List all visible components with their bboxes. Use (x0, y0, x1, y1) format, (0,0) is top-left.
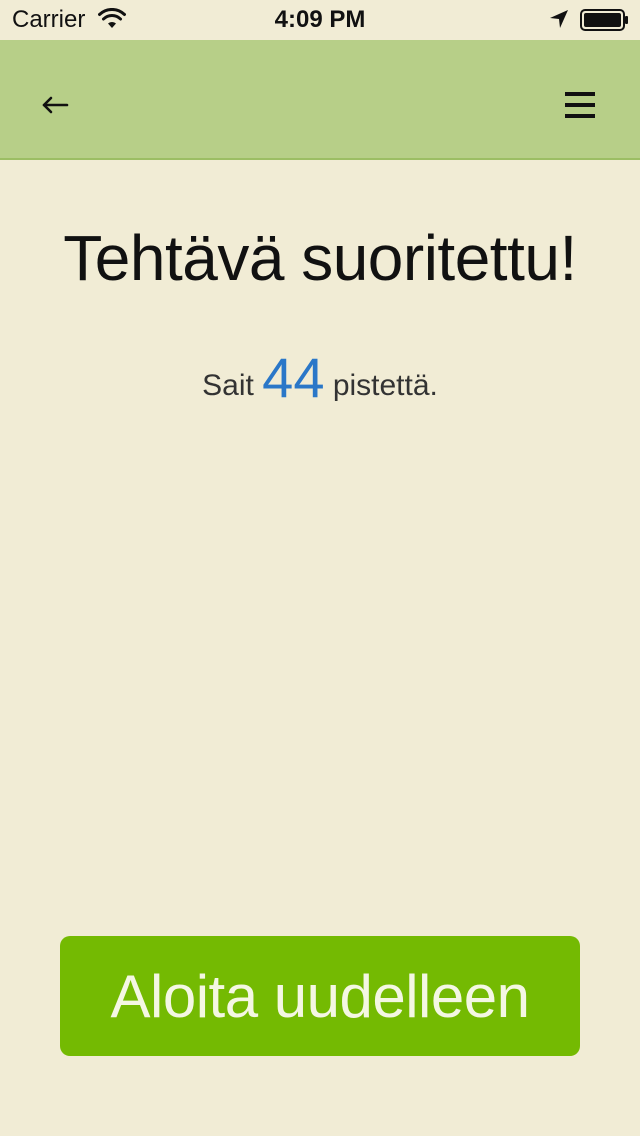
arrow-left-icon (42, 96, 69, 114)
score-value: 44 (262, 346, 325, 409)
score-prefix: Sait (202, 369, 254, 402)
back-button[interactable] (28, 84, 82, 126)
nav-bar (0, 40, 640, 160)
page-title: Tehtävä suoritettu! (63, 222, 577, 294)
score-suffix: pistettä. (332, 369, 438, 402)
status-bar: Carrier 4:09 PM (0, 0, 640, 40)
status-time: 4:09 PM (274, 6, 366, 33)
restart-button-label: Aloita uudelleen (110, 962, 530, 1030)
restart-button[interactable]: Aloita uudelleen (60, 936, 580, 1056)
menu-button[interactable] (552, 80, 608, 130)
score-line: Sait 44 pistettä. (0, 348, 640, 416)
hamburger-menu-icon (565, 92, 595, 118)
location-arrow-icon (550, 10, 568, 28)
battery-icon (580, 9, 628, 31)
